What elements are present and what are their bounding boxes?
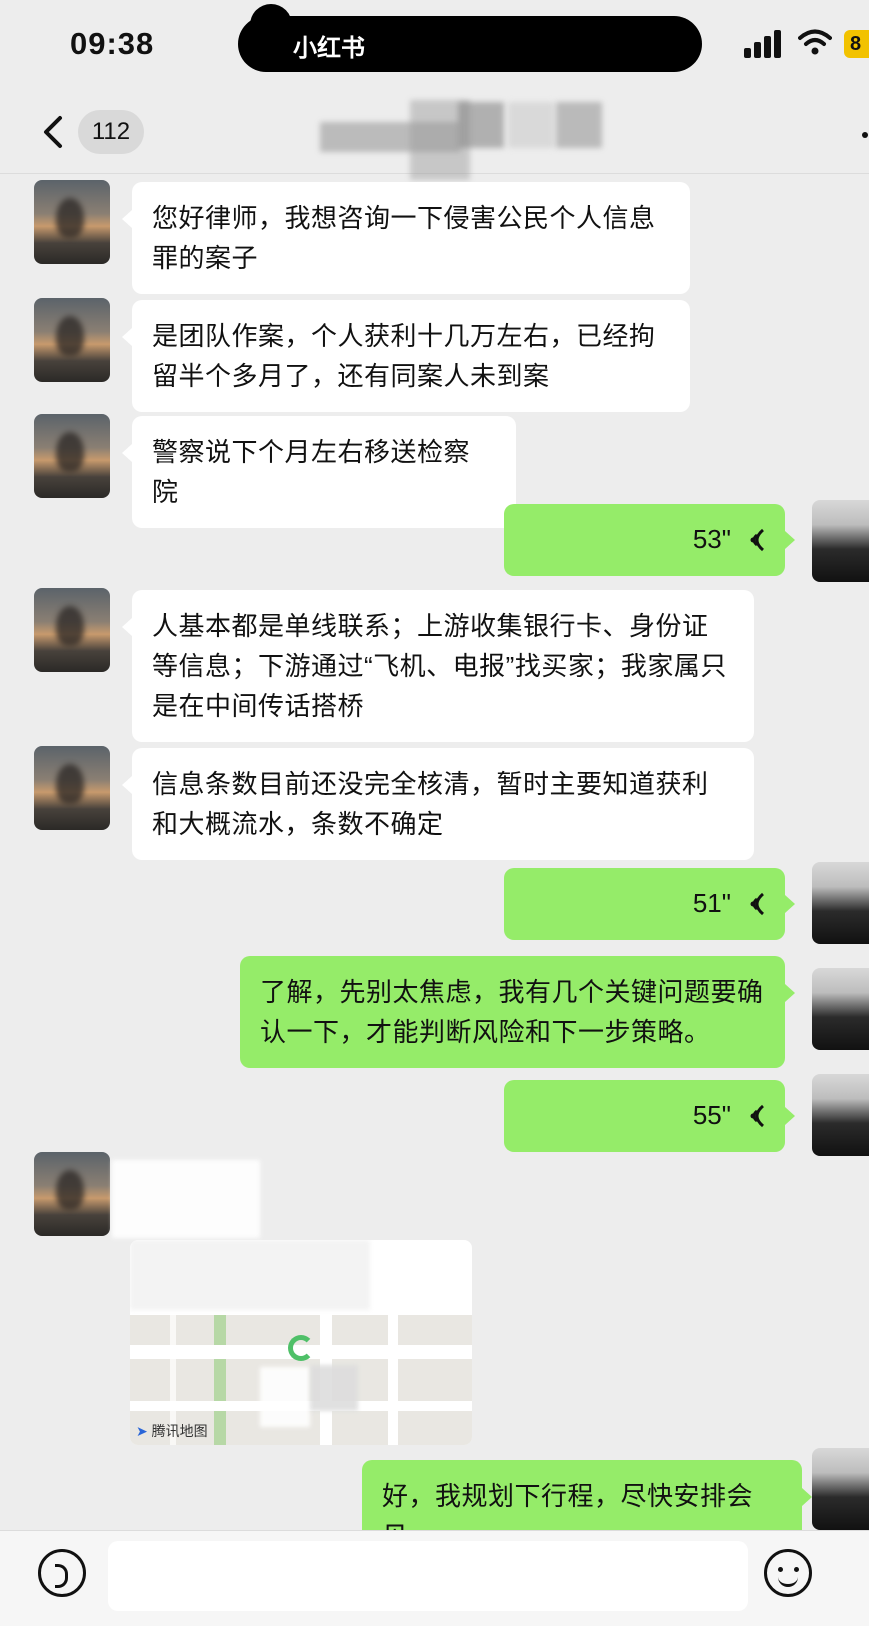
chat-screen: 09:38 小红书 8 112 您好律师，我想咨询一下侵害公民个人信息罪的案子 <box>0 0 869 1626</box>
contact-avatar[interactable] <box>34 588 110 672</box>
outgoing-message[interactable]: 了解，先别太焦虑，我有几个关键问题要确认一下，才能判断风险和下一步策略。 <box>240 956 795 1068</box>
location-card[interactable]: ➤ 腾讯地图 <box>130 1240 472 1445</box>
map-brand: ➤ 腾讯地图 <box>136 1423 208 1439</box>
my-avatar[interactable] <box>812 500 869 582</box>
island-notch <box>250 4 292 46</box>
wifi-icon <box>798 29 832 55</box>
voice-duration: 51" <box>692 888 731 918</box>
location-pin-icon <box>288 1335 314 1361</box>
contact-avatar[interactable] <box>34 1152 110 1236</box>
status-bar: 09:38 小红书 8 <box>0 0 869 92</box>
incoming-message[interactable]: 人基本都是单线联系；上游收集银行卡、身份证等信息；下游通过“飞机、电报”找买家；… <box>122 590 754 742</box>
back-chevron-icon[interactable] <box>38 112 68 152</box>
voice-message[interactable]: 51" <box>504 868 795 940</box>
input-bar <box>0 1530 869 1626</box>
incoming-message[interactable]: 信息条数目前还没完全核清，暂时主要知道获利和大概流水，条数不确定 <box>122 748 754 860</box>
contact-avatar[interactable] <box>34 180 110 264</box>
my-avatar[interactable] <box>812 968 869 1050</box>
my-avatar[interactable] <box>812 1448 869 1530</box>
battery-indicator: 8 <box>844 30 869 58</box>
message-input[interactable] <box>108 1541 748 1611</box>
voice-message[interactable]: 55" <box>504 1080 795 1152</box>
voice-input-icon[interactable] <box>38 1549 86 1597</box>
voice-wave-icon <box>750 892 765 916</box>
voice-duration: 53" <box>692 524 731 554</box>
voice-wave-icon <box>750 528 765 552</box>
redacted-area <box>112 1160 260 1238</box>
contact-avatar[interactable] <box>34 414 110 498</box>
voice-wave-icon <box>750 1104 765 1128</box>
incoming-message[interactable]: 警察说下个月左右移送检察院 <box>122 416 516 528</box>
unread-count-badge[interactable]: 112 <box>78 110 144 154</box>
contact-avatar[interactable] <box>34 746 110 830</box>
signal-icon <box>744 30 784 58</box>
voice-duration: 55" <box>692 1100 731 1130</box>
contact-avatar[interactable] <box>34 298 110 382</box>
my-avatar[interactable] <box>812 1074 869 1156</box>
my-avatar[interactable] <box>812 862 869 944</box>
emoji-icon[interactable] <box>764 1549 812 1597</box>
location-map: ➤ 腾讯地图 <box>130 1315 472 1445</box>
incoming-message[interactable]: 您好律师，我想咨询一下侵害公民个人信息罪的案子 <box>122 182 690 294</box>
chat-header: 112 <box>0 92 869 180</box>
source-app-label[interactable]: 小红书 <box>293 28 365 63</box>
status-time: 09:38 <box>70 26 155 61</box>
map-brand-label: 腾讯地图 <box>151 1423 208 1439</box>
incoming-message[interactable]: 是团队作案，个人获利十几万左右，已经拘留半个多月了，还有同案人未到案 <box>122 300 690 412</box>
contact-name-redacted <box>320 100 630 180</box>
voice-message[interactable]: 53" <box>504 504 795 576</box>
more-menu-icon[interactable] <box>862 132 868 138</box>
